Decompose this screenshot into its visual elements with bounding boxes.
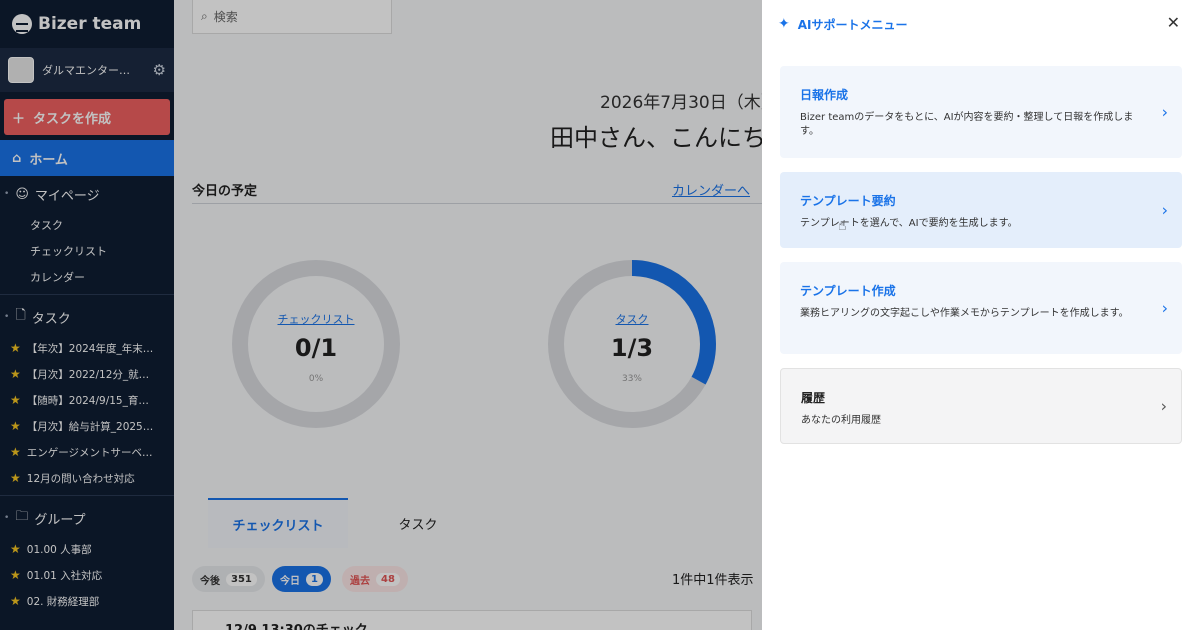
- sparkle-icon: ✦: [778, 16, 790, 32]
- chevron-right-icon: ›: [1161, 298, 1168, 318]
- menu-item-desc: テンプレートを選んで、AIで要約を生成します。: [800, 218, 1018, 229]
- menu-item-template-create[interactable]: テンプレート作成 業務ヒアリングの文字起こしや作業メモからテンプレートを作成しま…: [780, 262, 1182, 354]
- panel-title: AIサポートメニュー: [797, 17, 908, 32]
- chevron-right-icon: ›: [1160, 396, 1167, 416]
- menu-item-title: 日報作成: [800, 88, 849, 102]
- menu-item-title: テンプレート作成: [800, 284, 896, 298]
- menu-item-daily-report[interactable]: 日報作成 Bizer teamのデータをもとに、AIが内容を要約・整理して日報を…: [780, 66, 1182, 158]
- ai-support-panel: ✦ AIサポートメニュー ✕ 日報作成 Bizer teamのデータをもとに、A…: [762, 0, 1200, 630]
- menu-item-desc: Bizer teamのデータをもとに、AIが内容を要約・整理して日報を作成します…: [800, 112, 1134, 137]
- menu-item-desc: あなたの利用履歴: [801, 415, 881, 426]
- menu-item-template-summary[interactable]: テンプレート要約 テンプレートを選んで、AIで要約を生成します。 ›: [780, 172, 1182, 248]
- modal-backdrop[interactable]: [0, 0, 762, 630]
- menu-item-history[interactable]: 履歴 あなたの利用履歴 ›: [780, 368, 1182, 444]
- menu-item-desc: 業務ヒアリングの文字起こしや作業メモからテンプレートを作成します。: [800, 308, 1129, 319]
- close-icon[interactable]: ✕: [1167, 13, 1180, 32]
- chevron-right-icon: ›: [1161, 102, 1168, 122]
- menu-item-title: 履歴: [801, 391, 826, 405]
- chevron-right-icon: ›: [1161, 200, 1168, 220]
- hand-cursor-icon: ☝: [838, 218, 847, 234]
- menu-item-title: テンプレート要約: [800, 194, 896, 208]
- panel-header: ✦ AIサポートメニュー ✕: [762, 0, 1200, 48]
